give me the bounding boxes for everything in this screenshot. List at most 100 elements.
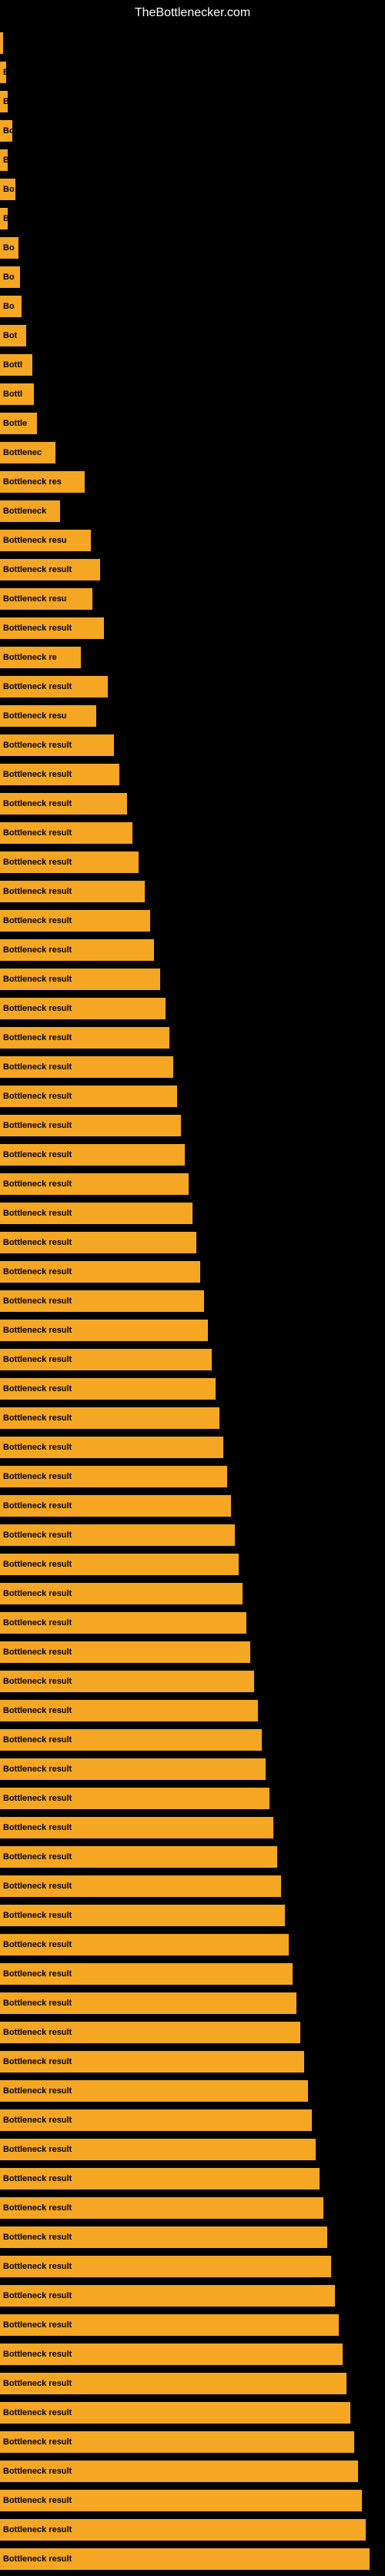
bar-row: Bottleneck result (0, 2283, 385, 2308)
bar-row: Bottleneck result (0, 2371, 385, 2396)
bar-label: Bottleneck result (3, 1267, 72, 1276)
bar-label: Bottleneck result (3, 1911, 72, 1920)
bar-row: Bottle (0, 411, 385, 436)
bar: B (0, 62, 6, 83)
bar-label: Bottlenec (3, 448, 42, 457)
bar: Bottleneck result (0, 2051, 304, 2073)
bar: Bottleneck result (0, 1963, 293, 1985)
bar-label: Bottleneck result (3, 1823, 72, 1832)
bar: Bottleneck result (0, 2285, 335, 2307)
bar-label: Bottleneck result (3, 1004, 72, 1013)
bar-row: Bottleneck result (0, 2137, 385, 2162)
bar-row: Bottleneck result (0, 967, 385, 992)
bar: Bottleneck result (0, 998, 166, 1019)
bar-label: Bottleneck result (3, 1092, 72, 1101)
bar: B (0, 149, 8, 171)
bar-label: Bottleneck re (3, 653, 57, 662)
bar-row: Bottleneck result (0, 1055, 385, 1079)
bar (0, 32, 3, 54)
bar: Bottleneck result (0, 617, 104, 639)
bar: Bottleneck result (0, 2461, 358, 2482)
bar-label: Bottleneck result (3, 2057, 72, 2066)
bar-label: Bottleneck (3, 507, 46, 516)
bar-row: Bottleneck result (0, 1523, 385, 1547)
bar-row: Bottleneck result (0, 791, 385, 816)
bar: Bottleneck result (0, 2022, 300, 2043)
bar: Bottleneck result (0, 1641, 250, 1663)
bar-label: Bottleneck result (3, 1121, 72, 1130)
bar-label: Bo (3, 126, 12, 135)
bar-row: Bottleneck result (0, 2459, 385, 2484)
bar-row: Bottleneck result (0, 1669, 385, 1694)
bar-label: Bottleneck result (3, 682, 72, 691)
bar: Bottleneck result (0, 2431, 354, 2453)
bar: Bottleneck result (0, 1700, 258, 1721)
bar: Bottleneck result (0, 1495, 231, 1517)
bar-row: Bo (0, 265, 385, 289)
bar-label: Bottleneck result (3, 2379, 72, 2388)
bar-label: Bottleneck result (3, 1179, 72, 1189)
bar: Bottleneck result (0, 1466, 227, 1487)
bar-row: Bottleneck result (0, 1581, 385, 1606)
bar-label: Bottleneck result (3, 1238, 72, 1247)
bar-label: Bottleneck result (3, 2291, 72, 2300)
bar-row: Bottleneck result (0, 1084, 385, 1109)
bar-row (0, 31, 385, 55)
bar-label: Bottleneck result (3, 1677, 72, 1686)
bar-row: Bottleneck result (0, 821, 385, 845)
bar-row: Bottleneck result (0, 2488, 385, 2513)
bar-row: Bo (0, 177, 385, 202)
bar-label: Bottleneck result (3, 858, 72, 867)
bar-row: Bottleneck result (0, 674, 385, 699)
bar: Bo (0, 120, 12, 142)
bar-row: Bottleneck result (0, 908, 385, 933)
bar: Bo (0, 237, 18, 259)
bar-label: Bottleneck result (3, 1062, 72, 1072)
bar-row: Bottleneck result (0, 616, 385, 641)
bar-row: Bottleneck result (0, 2547, 385, 2571)
bar: Bottleneck result (0, 1788, 270, 1809)
bar-row: Bo (0, 294, 385, 319)
bar-label: Bottleneck result (3, 799, 72, 808)
bar: Bottleneck re (0, 647, 81, 668)
bar-row: Bottleneck resu (0, 528, 385, 553)
bar-row: Bottleneck result (0, 1201, 385, 1226)
bar: Bottleneck result (0, 1524, 235, 1546)
bar-row: Bottleneck result (0, 2254, 385, 2279)
bar-label: Bottleneck result (3, 1472, 72, 1481)
bar: Bottleneck result (0, 2109, 312, 2131)
bar-label: Bo (3, 273, 15, 282)
bar: Bottle (0, 413, 37, 434)
bar-row: Bottleneck re (0, 645, 385, 670)
bar-label: Bottleneck resu (3, 594, 67, 604)
bar: B (0, 208, 8, 229)
bar-row: Bottleneck result (0, 1991, 385, 2016)
bar: Bottleneck result (0, 1875, 281, 1897)
bar-row: B (0, 206, 385, 231)
bar-row: Bottleneck result (0, 1230, 385, 1255)
bar-label: Bottleneck result (3, 2028, 72, 2037)
bar-row: Bottleneck result (0, 1611, 385, 1635)
bar-row: Bottleneck result (0, 2049, 385, 2074)
bar-label: B (3, 68, 6, 77)
bar-row: Bottleneck result (0, 1406, 385, 1430)
bar-row: Bottleneck result (0, 2313, 385, 2337)
site-title: TheBottlenecker.com (0, 0, 385, 23)
bar-row: Bottleneck res (0, 470, 385, 494)
bar-label: Bottleneck result (3, 1209, 72, 1218)
bar: Bottl (0, 354, 32, 376)
bar-row: Bottleneck result (0, 2517, 385, 2542)
bar: Bottleneck result (0, 2519, 366, 2541)
bar: Bottleneck result (0, 2343, 343, 2365)
bar: Bottleneck resu (0, 705, 96, 727)
bar-label: Bottleneck result (3, 1735, 72, 1745)
bar-row: Bottleneck result (0, 1757, 385, 1781)
bar-label: Bottleneck result (3, 741, 72, 750)
bar: Bottleneck result (0, 1290, 204, 1312)
bar-label: Bottleneck result (3, 2174, 72, 2183)
bar-row: Bottleneck result (0, 1903, 385, 1928)
bar: Bottleneck result (0, 1320, 208, 1341)
bar-row: Bottleneck result (0, 1289, 385, 1313)
bar-label: Bottleneck resu (3, 711, 67, 721)
bar: Bottleneck (0, 500, 60, 522)
